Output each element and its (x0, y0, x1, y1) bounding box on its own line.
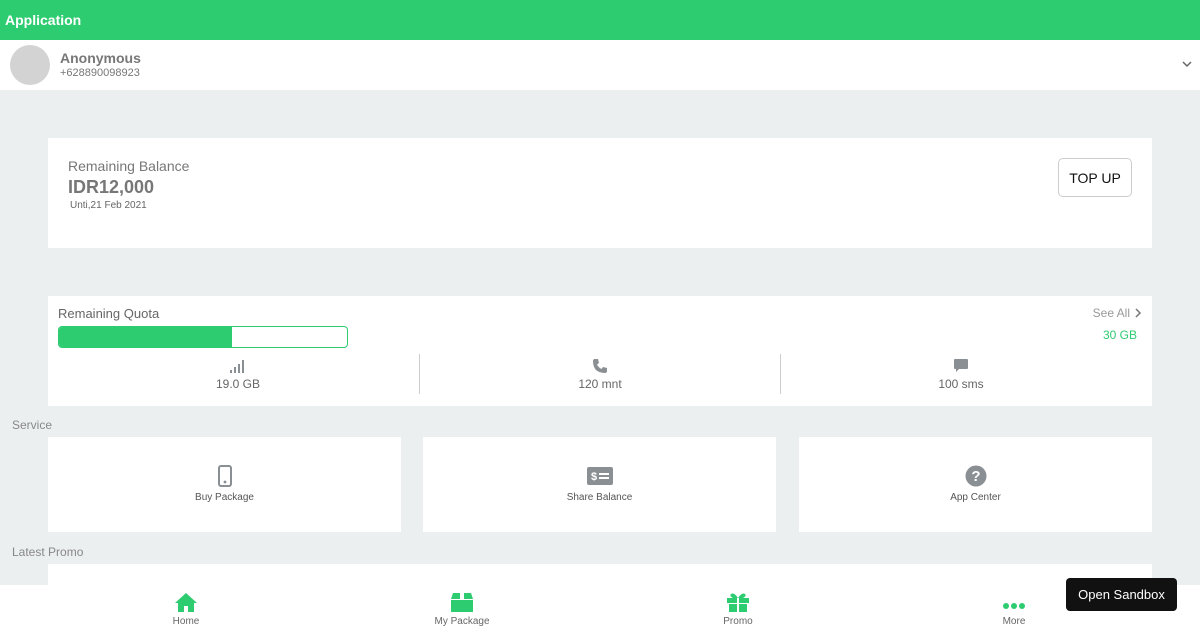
avatar (10, 45, 50, 85)
bottom-nav: Home My Package Promo More (0, 585, 1200, 630)
quota-voice-stat: 120 mnt (420, 356, 780, 396)
nav-promo[interactable]: Promo (678, 585, 798, 630)
balance-label: Remaining Balance (68, 158, 190, 174)
nav-label: Promo (723, 616, 753, 627)
see-all-link[interactable]: See All (1093, 306, 1142, 320)
service-share-balance[interactable]: $ Share Balance (423, 437, 776, 532)
profile-name: Anonymous (60, 50, 141, 66)
nav-label: My Package (434, 616, 490, 627)
app-title: Application (5, 12, 82, 28)
service-label: Share Balance (566, 492, 633, 503)
promo-section-label: Latest Promo (12, 545, 84, 559)
quota-progress-bar (58, 326, 348, 348)
nav-label: More (1002, 616, 1026, 627)
open-sandbox-button[interactable]: Open Sandbox (1066, 578, 1177, 611)
gift-icon (727, 593, 749, 612)
quota-voice-value: 120 mnt (578, 377, 622, 391)
service-section-label: Service (12, 418, 53, 432)
quota-progress-fill (59, 327, 232, 347)
quota-total: 30 GB (1102, 328, 1137, 342)
quota-sms-stat: 100 sms (781, 356, 1141, 396)
nav-home[interactable]: Home (126, 585, 246, 630)
balance-value: IDR12,000 (68, 177, 155, 197)
nav-more[interactable]: More (954, 585, 1074, 630)
app-bar: Application (0, 0, 1200, 40)
top-up-button[interactable]: TOP UP (1058, 158, 1132, 197)
money-icon: $ (586, 467, 613, 485)
quota-data-stat: 19.0 GB (58, 356, 418, 396)
message-icon (954, 359, 968, 372)
balance-until: Unti,21 Feb 2021 (70, 200, 147, 211)
signal-icon (230, 360, 244, 373)
see-all-label: See All (1092, 306, 1130, 320)
svg-text:?: ? (971, 468, 980, 485)
service-app-center[interactable]: ? App Center (799, 437, 1152, 532)
more-icon (1003, 603, 1025, 609)
phone-icon (217, 465, 232, 487)
service-buy-package[interactable]: Buy Package (48, 437, 401, 532)
balance-card: Remaining Balance IDR12,000 Unti,21 Feb … (48, 138, 1152, 248)
service-label: Buy Package (195, 492, 254, 503)
phone-call-icon (593, 359, 607, 373)
svg-text:$: $ (591, 471, 597, 483)
profile-header[interactable]: Anonymous +628890098923 (0, 40, 1200, 90)
question-icon: ? (965, 465, 986, 487)
nav-my-package[interactable]: My Package (402, 585, 522, 630)
profile-phone: +628890098923 (60, 67, 140, 79)
nav-label: Home (172, 616, 200, 627)
service-label: App Center (950, 492, 1001, 503)
quota-card: Remaining Quota See All 30 GB 19.0 GB 12… (48, 296, 1152, 406)
chevron-right-icon (1135, 308, 1142, 318)
home-icon (175, 593, 197, 612)
chevron-down-icon[interactable] (1181, 58, 1193, 70)
quota-label: Remaining Quota (58, 306, 160, 321)
quota-sms-value: 100 sms (938, 377, 984, 391)
box-icon (451, 593, 473, 612)
quota-data-value: 19.0 GB (215, 377, 261, 391)
